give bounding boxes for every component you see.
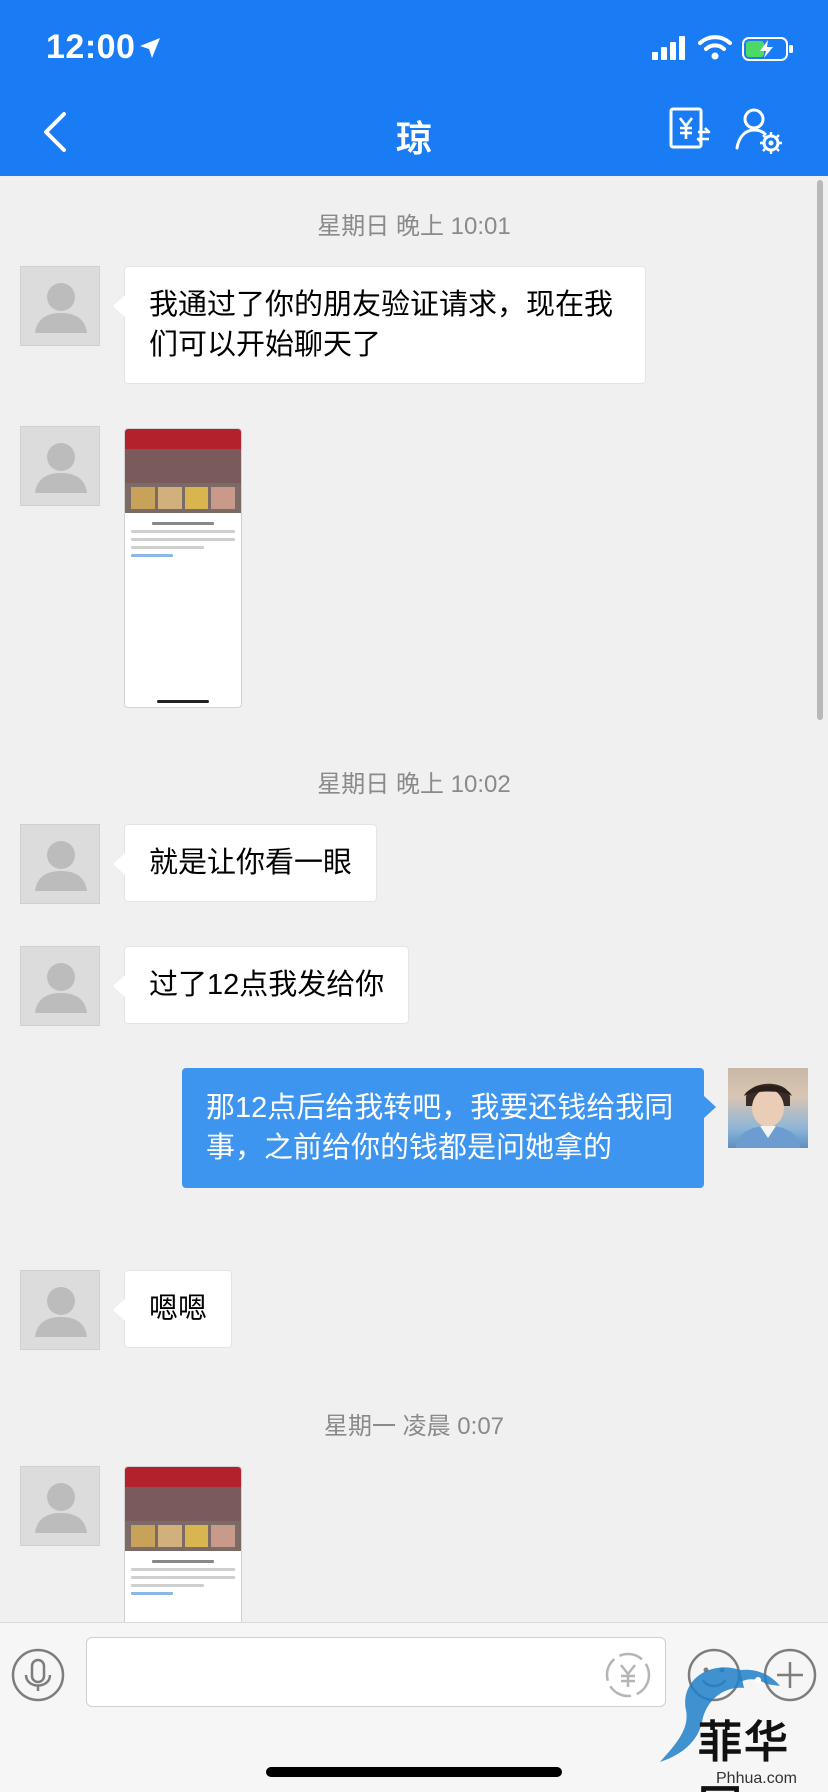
input-bar: [0, 1622, 828, 1792]
contact-avatar[interactable]: [20, 824, 100, 904]
thumbnail-payment-sheet: [125, 1551, 241, 1604]
contact-avatar[interactable]: [20, 946, 100, 1026]
nav-bar: 琼: [0, 96, 828, 176]
message-bubble-incoming[interactable]: 过了12点我发给你: [112, 946, 410, 1024]
scrollbar[interactable]: [817, 180, 823, 720]
location-arrow-icon: [140, 38, 160, 58]
profile-photo-icon: [736, 1083, 800, 1148]
home-indicator: [266, 1767, 562, 1777]
my-avatar[interactable]: [728, 1068, 808, 1148]
image-message-thumbnail[interactable]: [124, 1466, 242, 1622]
emoji-icon[interactable]: [686, 1647, 742, 1703]
thumbnail-product-row: [125, 1521, 241, 1551]
message-bubble-incoming[interactable]: 就是让你看一眼: [112, 824, 378, 902]
message-bubble-incoming[interactable]: 嗯嗯: [112, 1270, 233, 1348]
contact-avatar[interactable]: [20, 1270, 100, 1350]
thumbnail-header: [125, 429, 241, 449]
default-avatar-icon: [35, 283, 87, 333]
default-avatar-icon: [35, 443, 87, 493]
status-bar: 12:00: [0, 0, 828, 96]
timestamp: 星期日 晚上 10:02: [317, 771, 511, 798]
thumbnail-product-row: [125, 483, 241, 513]
thumbnail-banner: [125, 1487, 241, 1521]
signal-icon: [652, 36, 685, 60]
default-avatar-icon: [35, 841, 87, 891]
timestamp: 星期一 凌晨 0:07: [323, 1413, 505, 1440]
wifi-icon: [698, 35, 732, 60]
transfer-yuan-icon[interactable]: [668, 106, 712, 152]
contact-avatar[interactable]: [20, 266, 100, 346]
default-avatar-icon: [35, 1287, 87, 1337]
contact-avatar[interactable]: [20, 1466, 100, 1546]
message-input[interactable]: [86, 1637, 666, 1707]
thumbnail-payment-sheet: [125, 513, 241, 566]
thumbnail-banner: [125, 449, 241, 483]
default-avatar-icon: [35, 1483, 87, 1533]
chat-header: 12:00 琼: [0, 0, 828, 176]
battery-charging-icon: [742, 37, 793, 61]
thumbnail-home-indicator: [157, 700, 209, 703]
message-bubble-outgoing[interactable]: 那12点后给我转吧，我要还钱给我同事，之前给你的钱都是问她拿的: [182, 1068, 716, 1188]
status-time: 12:00: [46, 28, 136, 66]
user-settings-icon[interactable]: [734, 106, 784, 156]
microphone-icon[interactable]: [10, 1647, 66, 1703]
contact-avatar[interactable]: [20, 426, 100, 506]
plus-icon[interactable]: [762, 1647, 818, 1703]
chat-message-list[interactable]: 星期日 晚上 10:01 我通过了你的朋友验证请求，现在我们可以开始聊天了 星期…: [0, 176, 828, 1622]
timestamp: 星期日 晚上 10:01: [317, 213, 511, 240]
message-bubble-incoming[interactable]: 我通过了你的朋友验证请求，现在我们可以开始聊天了: [113, 266, 646, 384]
default-avatar-icon: [35, 963, 87, 1013]
thumbnail-header: [125, 1467, 241, 1487]
red-packet-icon[interactable]: [604, 1651, 652, 1699]
image-message-thumbnail[interactable]: [124, 428, 242, 708]
